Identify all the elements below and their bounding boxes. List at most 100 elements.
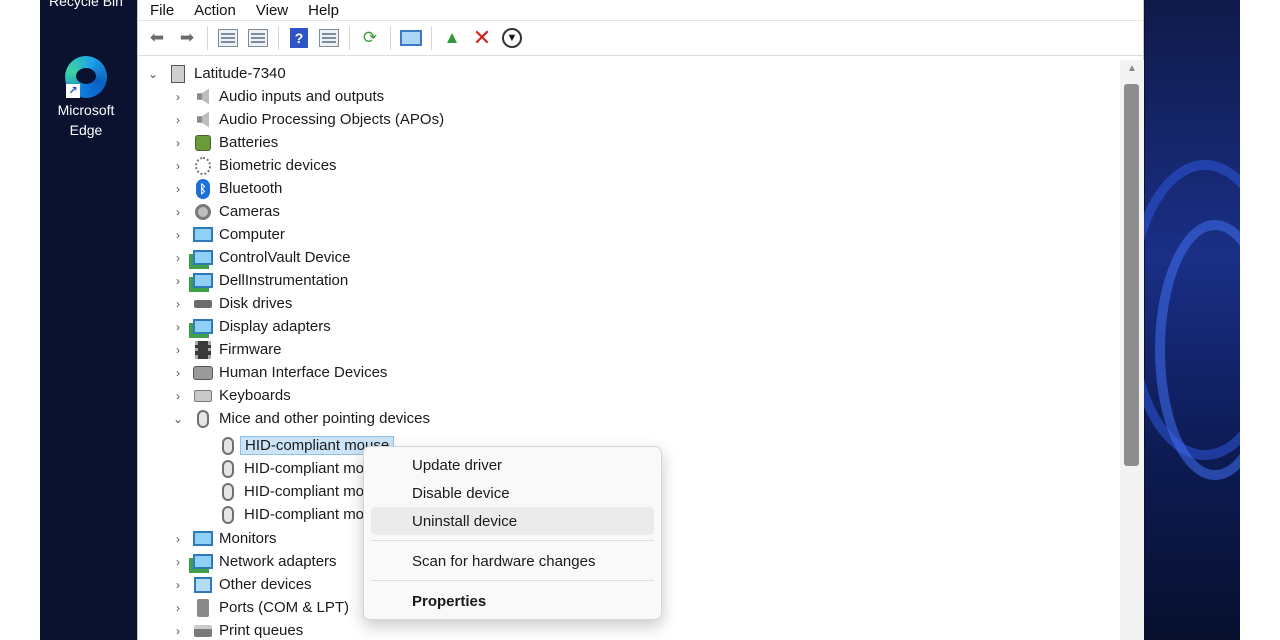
properties-menu-item[interactable]: Properties [371,587,654,615]
toolbar: ⬅ ➡ ? ⟳ ▲ ✕ ▼ [138,20,1143,56]
toolbar-separator [390,26,391,50]
update-driver-icon[interactable]: ⟳ [358,26,382,50]
tree-item-network-adapters[interactable]: › Network adapters [171,550,337,573]
tree-item-controlvault[interactable]: › ControlVault Device [171,246,350,269]
mouse-icon [218,482,238,502]
disable-device-menu-item[interactable]: Disable device [371,479,654,507]
tree-item-keyboards[interactable]: › Keyboards [171,384,291,407]
menu-separator [371,540,654,541]
chevron-right-icon[interactable]: › [171,555,185,569]
bluetooth-icon: ᛒ [193,178,213,199]
uninstall-device-menu-item[interactable]: Uninstall device [371,507,654,535]
chevron-right-icon[interactable]: › [171,113,185,127]
chevron-right-icon[interactable]: › [171,366,185,380]
back-arrow-icon[interactable]: ⬅ [145,26,169,50]
tree-item-bluetooth[interactable]: › ᛒ Bluetooth [171,177,282,200]
chevron-right-icon[interactable]: › [171,601,185,615]
tree-item-hid-mouse-3[interactable]: HID-compliant mo [218,480,364,503]
chevron-down-icon[interactable]: ⌄ [171,412,185,426]
chevron-right-icon[interactable]: › [171,578,185,592]
tree-item-label: ControlVault Device [219,249,351,266]
tree-item-hid-mouse-4[interactable]: HID-compliant mo [218,503,364,526]
camera-icon [193,202,213,222]
tree-item-monitors[interactable]: › Monitors [171,527,277,550]
tree-item-label: HID-compliant mo [244,460,365,477]
menu-separator [371,580,654,581]
chevron-right-icon[interactable]: › [171,624,185,638]
toolbar-separator [207,26,208,50]
chevron-right-icon[interactable]: › [171,274,185,288]
menu-help[interactable]: Help [308,2,339,19]
tree-item-computer[interactable]: › Computer [171,223,285,246]
tree-item-batteries[interactable]: › Batteries [171,131,278,154]
tree-item-label: Ports (COM & LPT) [219,599,350,616]
unknown-device-icon [193,575,213,595]
chevron-right-icon[interactable]: › [171,90,185,104]
tree-root-label: Latitude-7340 [194,65,286,82]
chevron-right-icon[interactable]: › [171,182,185,196]
tree-root[interactable]: ⌄ Latitude-7340 [146,62,286,85]
tree-item-apo[interactable]: › Audio Processing Objects (APOs) [171,108,444,131]
chevron-right-icon[interactable]: › [171,320,185,334]
tree-item-other-devices[interactable]: › Other devices [171,573,312,596]
chevron-right-icon[interactable]: › [171,228,185,242]
tree-item-dellinstrumentation[interactable]: › DellInstrumentation [171,269,348,292]
toolbar-separator [278,26,279,50]
tree-item-print-queues[interactable]: › Print queues [171,619,303,640]
tree-item-label: Display adapters [219,318,331,335]
toolbar-separator [431,26,432,50]
tree-item-display-adapters[interactable]: › Display adapters [171,315,331,338]
menu-file[interactable]: File [150,2,174,19]
chevron-right-icon[interactable]: › [171,251,185,265]
properties-icon[interactable] [246,26,270,50]
tree-item-hid[interactable]: › Human Interface Devices [171,361,387,384]
display-adapter-icon [193,317,213,337]
scan-hardware-menu-item[interactable]: Scan for hardware changes [371,547,654,575]
tree-item-disk-drives[interactable]: › Disk drives [171,292,292,315]
scroll-up-arrow-icon[interactable]: ▲ [1120,60,1144,78]
tree-item-audio[interactable]: › Audio inputs and outputs [171,85,384,108]
menu-view[interactable]: View [256,2,288,19]
toolbar-separator [349,26,350,50]
network-icon [193,552,213,572]
tree-item-label: Biometric devices [219,157,337,174]
enable-device-icon[interactable]: ▲ [440,26,464,50]
chevron-right-icon[interactable]: › [171,389,185,403]
scroll-thumb[interactable] [1124,84,1139,466]
chevron-down-icon[interactable]: ⌄ [146,67,160,81]
chevron-right-icon[interactable]: › [171,297,185,311]
download-icon[interactable]: ▼ [500,26,524,50]
uninstall-device-icon[interactable]: ✕ [470,25,494,50]
help-icon[interactable]: ? [287,26,311,50]
tree-item-cameras[interactable]: › Cameras [171,200,280,223]
chevron-right-icon[interactable]: › [171,343,185,357]
vertical-scrollbar[interactable]: ▲ [1120,60,1144,640]
edge-icon: ↗ [65,56,107,98]
tree-item-label: HID-compliant mo [244,483,365,500]
menu-bar: File Action View Help [138,0,1143,20]
menu-action[interactable]: Action [194,2,236,19]
disable-device-label: Disable device [412,484,510,502]
tree-item-hid-mouse-2[interactable]: HID-compliant mo [218,457,364,480]
chevron-right-icon[interactable]: › [171,136,185,150]
scan-hardware-icon[interactable] [399,26,423,50]
computer-icon [168,64,188,84]
edge-desktop-shortcut[interactable]: ↗ Microsoft Edge [40,56,132,140]
show-hide-console-tree-icon[interactable] [216,26,240,50]
recycle-bin-label[interactable]: Recycle Bin [40,0,132,11]
forward-arrow-icon[interactable]: ➡ [175,26,199,50]
speaker-icon [193,110,213,130]
chevron-right-icon[interactable]: › [171,532,185,546]
export-list-icon[interactable] [317,26,341,50]
printer-icon [193,621,213,640]
monitor-icon [193,225,213,245]
tree-item-ports[interactable]: › Ports (COM & LPT) [171,596,349,619]
chevron-right-icon[interactable]: › [171,205,185,219]
shortcut-arrow-icon: ↗ [66,84,80,98]
chevron-right-icon[interactable]: › [171,159,185,173]
update-driver-menu-item[interactable]: Update driver [371,451,654,479]
tree-item-biometric[interactable]: › Biometric devices [171,154,337,177]
tree-item-mice[interactable]: ⌄ Mice and other pointing devices [171,407,430,430]
tree-item-firmware[interactable]: › Firmware [171,338,282,361]
tree-item-label: Audio Processing Objects (APOs) [219,111,445,128]
